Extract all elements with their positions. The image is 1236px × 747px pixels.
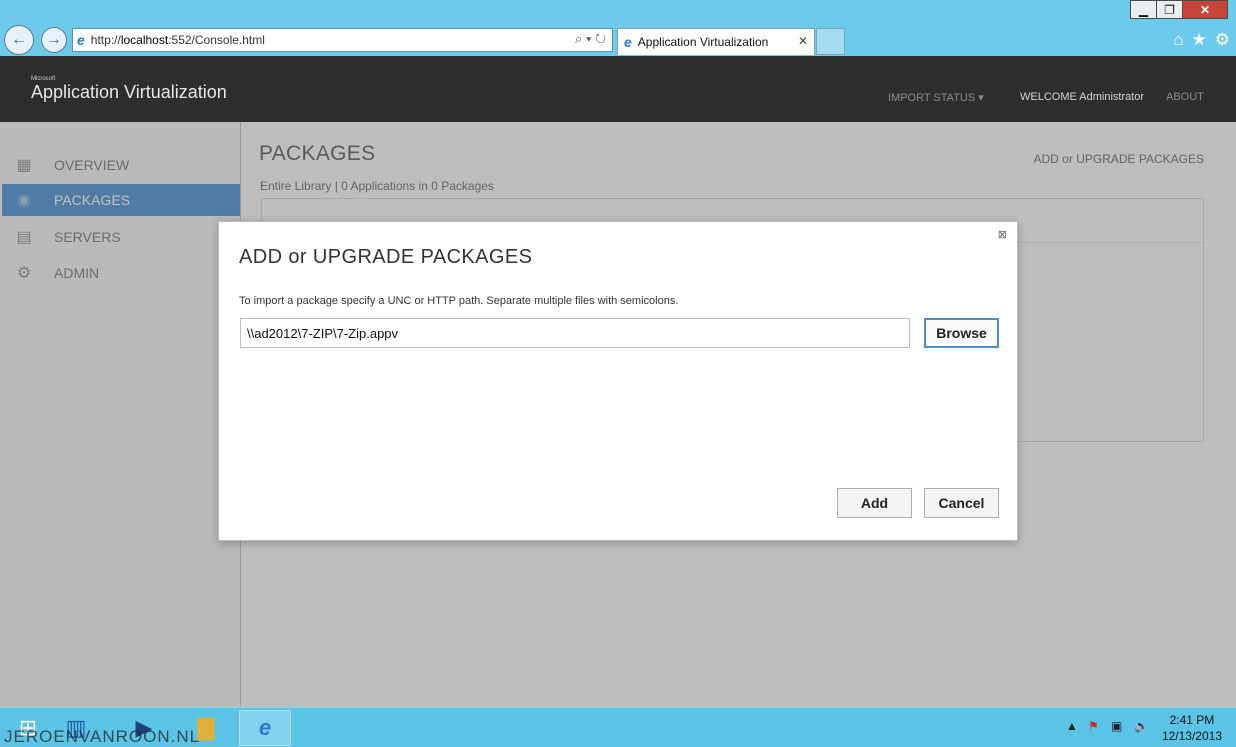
ie-logo-icon: e <box>77 32 85 48</box>
tray-expand-icon[interactable]: ▲ <box>1066 719 1078 733</box>
back-button[interactable]: ← <box>4 25 34 55</box>
package-path-input[interactable] <box>240 318 910 348</box>
ie-logo-icon: e <box>624 34 632 50</box>
import-status-menu[interactable]: IMPORT STATUS ▾ <box>888 91 984 104</box>
brand-title: Application Virtualization <box>31 82 227 102</box>
dropdown-icon[interactable]: ▾ <box>586 31 591 46</box>
favorites-star-icon[interactable]: ★ <box>1192 30 1207 50</box>
add-button[interactable]: Add <box>837 488 912 518</box>
url-prefix: http:// <box>90 33 121 47</box>
window-controls: ▁ ❐ ✕ <box>1130 0 1228 19</box>
browse-button[interactable]: Browse <box>924 318 999 348</box>
forward-arrow-icon: → <box>46 31 62 48</box>
refresh-icon[interactable]: ↻ <box>595 31 606 46</box>
minimize-button[interactable]: ▁ <box>1130 0 1157 19</box>
browser-tab[interactable]: e Application Virtualization ✕ <box>617 28 815 55</box>
search-icon[interactable]: ⌕ <box>575 31 582 46</box>
volume-muted-icon[interactable]: 🔈 <box>1134 719 1149 733</box>
close-tab-icon[interactable]: ✕ <box>798 34 808 48</box>
internet-explorer-icon[interactable]: e <box>239 710 291 746</box>
close-dialog-icon[interactable]: ⊠ <box>998 228 1007 241</box>
url-host: localhost <box>120 33 169 47</box>
address-bar[interactable]: e http://localhost:552/Console.html ⌕ ▾ … <box>72 28 613 52</box>
new-tab-button[interactable] <box>816 28 845 55</box>
back-arrow-icon: ← <box>11 31 27 48</box>
watermark-text: JEROENVANROON.NL <box>4 727 201 746</box>
close-window-button[interactable]: ✕ <box>1182 0 1228 19</box>
address-tools: ⌕ ▾ ↻ <box>575 31 606 47</box>
welcome-user: WELCOME Administrator <box>1020 91 1145 103</box>
cancel-button[interactable]: Cancel <box>924 488 999 518</box>
system-clock[interactable]: 2:41 PM 12/13/2013 <box>1162 712 1222 744</box>
action-center-icon[interactable]: ⚑ <box>1088 719 1099 733</box>
restore-button[interactable]: ❐ <box>1156 0 1183 19</box>
browser-chrome: ▁ ❐ ✕ ← → e http://localhost:552/Console… <box>0 0 1236 56</box>
taskbar: ⊞ ▥ ▶ ▇ e JEROENVANROON.NL ▲ ⚑ ▣ 🔈 2:41 … <box>0 707 1236 747</box>
clock-time: 2:41 PM <box>1169 713 1215 727</box>
browser-tools: ⌂ ★ ⚙ <box>1173 30 1230 50</box>
forward-button[interactable]: → <box>41 27 67 53</box>
add-upgrade-dialog: ⊠ ADD or UPGRADE PACKAGES To import a pa… <box>218 221 1018 541</box>
url-rest: :552/Console.html <box>168 33 265 47</box>
dialog-instruction: To import a package specify a UNC or HTT… <box>239 295 679 307</box>
settings-gear-icon[interactable]: ⚙ <box>1215 30 1230 50</box>
clock-date: 12/13/2013 <box>1161 729 1222 743</box>
network-icon[interactable]: ▣ <box>1111 719 1122 733</box>
dialog-title: ADD or UPGRADE PACKAGES <box>239 246 533 268</box>
home-icon[interactable]: ⌂ <box>1173 30 1183 50</box>
about-link[interactable]: ABOUT <box>1166 91 1204 103</box>
app-header: Microsoft Application Virtualization IMP… <box>0 56 1236 122</box>
tab-title: Application Virtualization <box>637 35 769 49</box>
